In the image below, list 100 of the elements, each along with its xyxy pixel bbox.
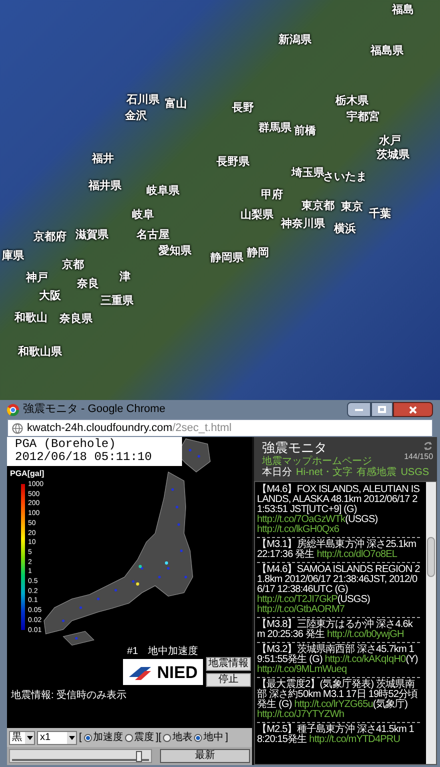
place-label: 福井 — [92, 152, 114, 167]
tweet-link[interactable]: http://t.co/GtbAORM7 — [257, 604, 345, 615]
home-link[interactable]: 地震マップホームページ — [262, 456, 372, 467]
place-label: 山梨県 — [240, 208, 274, 223]
globe-icon — [12, 422, 23, 434]
place-label: 東京 — [341, 200, 363, 215]
feed-link[interactable]: USGS — [400, 467, 430, 478]
place-label: 名古屋 — [136, 228, 170, 243]
place-label: 京都 — [62, 258, 84, 273]
address-bar[interactable]: kwatch-24h.cloudfoundry.com/2sec_t.html — [7, 419, 433, 437]
place-label: 神戸 — [26, 270, 48, 286]
place-label: 大阪 — [39, 288, 61, 304]
place-label: 奈良県 — [60, 312, 92, 327]
browser-logo-icon — [7, 404, 19, 416]
feed-title: 強震モニタ — [262, 439, 327, 456]
radio-option[interactable]: 加速度 — [84, 730, 123, 745]
tweet-link[interactable]: http://t.co/b0ywjGH — [327, 629, 404, 640]
chart-title: PGA (Borehole) — [15, 438, 117, 451]
place-label: 埼玉県 — [292, 166, 324, 179]
place-label: 前橋 — [294, 124, 316, 139]
radio-option[interactable]: 地中 — [194, 730, 224, 745]
place-label: 甲府 — [261, 188, 283, 203]
place-label: 群馬県 — [258, 120, 292, 136]
minimize-button[interactable] — [347, 402, 371, 417]
place-label: 石川県 — [126, 92, 160, 108]
place-label: 神奈川県 — [281, 216, 325, 232]
latest-button[interactable]: 最新 — [160, 749, 250, 763]
place-label: 金沢 — [125, 108, 147, 124]
radio-button[interactable] — [84, 734, 92, 742]
satellite-map[interactable]: 福島 新潟県 福島県 石川県 富山 長野 栃木県 金沢 宇都宮 群馬県 前橋 水戸 福井 長野県 茨城県 埼玉県さいたま 福井県 岐阜県 甲府 岐阜 山梨県 東京都 東京 千葉 神奈川県 京都府 滋賀県 名古屋 横浜 庫県 愛知県 静岡県 静岡 京都 神戸 奈良 津 大阪 三重県 和歌山 奈良県 和歌山県 — [0, 0, 440, 400]
close-icon — [409, 406, 417, 414]
place-label: 宇都宮 — [346, 110, 380, 125]
place-label: 千葉 — [369, 206, 391, 222]
place-label: 庫県 — [2, 248, 24, 264]
place-label: 長野 — [232, 100, 254, 116]
playback-slider[interactable] — [9, 749, 152, 763]
tweet-link[interactable]: http://t.co/J7YTYZWh — [257, 709, 344, 720]
place-label: 横浜 — [334, 222, 356, 237]
timestamp: 2012/06/18 05:11:10 — [15, 451, 153, 464]
place-label: 静岡県 — [210, 250, 244, 266]
refresh-icon[interactable] — [423, 441, 434, 451]
place-label: 茨城県 — [376, 148, 410, 163]
radio-option[interactable]: 震度 — [124, 730, 154, 745]
tweet-link[interactable]: http://t.co/lkGH0Qx6 — [257, 524, 340, 535]
tweet-text: 【M2.5】種子島東方沖 深さ41.5km 18:20:15発生 http://t.co/mYTD4PRU — [257, 722, 420, 747]
tweet-link[interactable]: http://t.co/mYTD4PRU — [309, 734, 400, 745]
legend-title: PGA[gal] — [10, 468, 44, 480]
place-label: 滋賀県 — [76, 228, 108, 243]
bracket-text: ] — [225, 731, 228, 745]
close-button[interactable] — [393, 402, 433, 417]
tweet-text: 【最大震度2】(気象庁発表) 茨城県南部 深さ約50km M3.1 17日 19時52分頃発生 (G) http://t.co/lrYZG65u(気象庁) http://t.co/J7YTYZWh — [257, 677, 420, 722]
tweet-text: 【M3.8】三陸東方はるか沖 深さ4.6km 20:25:36 発生 http://t.co/b0ywjGH — [257, 617, 420, 642]
window-title: 強震モニタ - Google Chrome — [23, 402, 166, 418]
tweet-link[interactable]: http://t.co/lrYZG65u — [294, 699, 373, 710]
tweet-link[interactable]: http://t.co/dlO7o8EL — [316, 549, 398, 560]
caret-icon — [68, 736, 74, 740]
place-label: 福島県 — [370, 44, 404, 59]
place-label: 和歌山 — [14, 310, 48, 326]
scrollbar[interactable] — [426, 482, 436, 764]
maximize-button[interactable] — [371, 402, 393, 417]
radio-option[interactable]: 地表 — [163, 730, 192, 745]
stop-button[interactable]: 停止 — [206, 673, 251, 687]
tweet-link[interactable]: http://t.co/7OaGzWTk — [257, 514, 346, 525]
place-label: 栃木県 — [336, 94, 368, 109]
radio-button[interactable] — [194, 734, 202, 742]
feed-link[interactable]: 有感地震 — [356, 467, 397, 478]
place-label: 三重県 — [100, 294, 134, 309]
logo: NIED — [123, 659, 203, 685]
radio-button[interactable] — [163, 734, 172, 742]
tweet-link[interactable]: http://t.co/kAKqIqH0 — [324, 654, 406, 665]
feed-link[interactable]: Hi-net・文字 — [296, 467, 353, 478]
place-label: 和歌山県 — [18, 344, 62, 360]
place-label: 新潟県 — [278, 32, 312, 48]
place-label: 静岡 — [247, 246, 269, 261]
dropdown[interactable]: 黒 — [9, 730, 35, 744]
place-label: 愛知県 — [158, 244, 192, 259]
tweet-text: 【M4.6】SAMOA ISLANDS REGION 21.8km 2012/06/17 21:38:46JST, 2012/06/17 12:38:46UTC (G) http://t.co/T2JI7GkP(USGS) http://t.co/GtbAORM7 — [257, 562, 420, 617]
place-label: 京都府 — [34, 230, 66, 245]
radio-button[interactable] — [124, 734, 133, 742]
place-label: 福島 — [392, 2, 414, 18]
slider-thumb[interactable] — [136, 751, 142, 762]
place-label: 津 — [120, 270, 130, 285]
today-label: 本日分 — [262, 467, 292, 478]
quake-info-button[interactable]: 地震情報 — [206, 657, 251, 671]
tweet-link[interactable]: http://t.co/T2JI7GkP — [257, 594, 338, 605]
place-label: 富山 — [165, 96, 187, 112]
bracket-text: [ — [79, 731, 82, 745]
tweet-text: 【M3.1】房総半島東方沖 深さ25.1km 22:17:36 発生 http://t.co/dlO7o8EL — [257, 537, 420, 562]
place-label: 東京都 — [302, 198, 334, 214]
dropdown[interactable]: x1 — [37, 730, 77, 744]
place-label: 長野県 — [216, 154, 250, 170]
url-text: kwatch-24h.cloudfoundry.com/2sec_t.html — [27, 420, 232, 436]
bracket-text: ][ — [156, 731, 162, 745]
caret-icon — [26, 736, 32, 740]
notice-text: 地震情報: 受信時のみ表示 — [11, 688, 127, 703]
place-label: 奈良 — [77, 276, 99, 292]
map-caption: #1 地中加速度 — [127, 646, 198, 658]
place-label: 福井県 — [88, 178, 122, 194]
place-label: 岐阜 — [132, 208, 154, 223]
tweet-link[interactable]: http://t.co/9MLmWueq — [257, 664, 347, 675]
